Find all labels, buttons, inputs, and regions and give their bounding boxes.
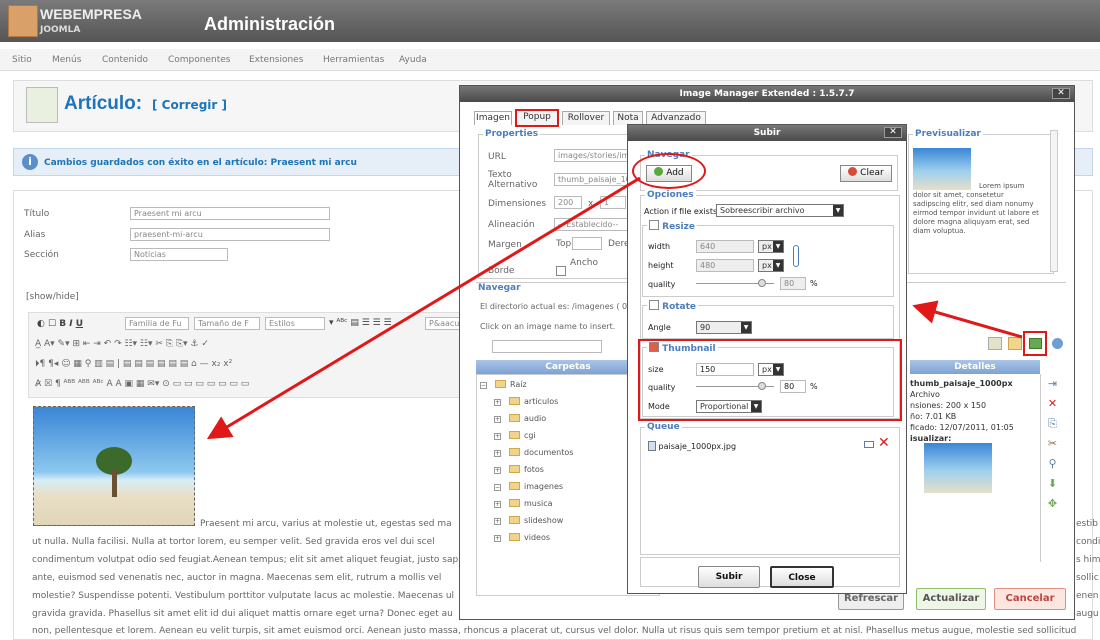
- annotation-arrows: [206, 176, 1023, 440]
- arrow-to-image: [206, 176, 641, 440]
- arrow-to-upload: [912, 300, 1023, 339]
